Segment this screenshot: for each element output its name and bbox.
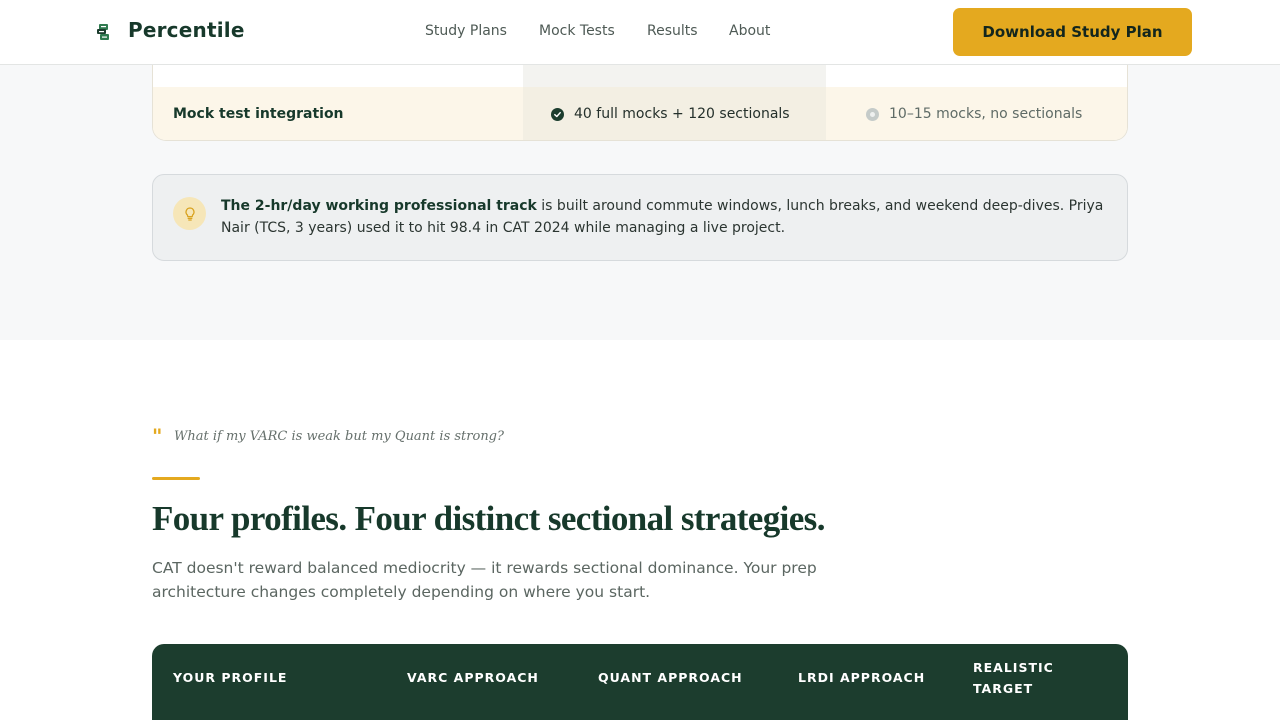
- column-header: YOUR PROFILE: [173, 670, 288, 685]
- column-header: REALISTIC TARGET: [973, 660, 1054, 696]
- cell-value: 10–15 mocks, no sectionals: [889, 106, 1083, 122]
- percentile-cell: 40 full mocks + 120 sectionals: [523, 87, 826, 140]
- brand-name[interactable]: Percentile: [128, 18, 245, 42]
- book-stack-icon: [96, 23, 112, 41]
- check-circle-icon: [551, 107, 564, 121]
- nav-results[interactable]: Results: [647, 23, 698, 39]
- nav-study-plans[interactable]: Study Plans: [425, 23, 507, 39]
- column-header: QUANT APPROACH: [598, 670, 743, 685]
- nav-about[interactable]: About: [729, 23, 770, 39]
- callout-text: The 2-hr/day working professional track …: [221, 195, 1111, 239]
- download-study-plan-button[interactable]: Download Study Plan: [953, 8, 1192, 56]
- nav-mock-tests[interactable]: Mock Tests: [539, 23, 615, 39]
- section-subtext: CAT doesn't reward balanced mediocrity —…: [152, 559, 817, 601]
- lightbulb-icon: [173, 197, 206, 230]
- cell-value: 40 full mocks + 120 sectionals: [574, 106, 790, 122]
- quote-mark-icon: ": [152, 424, 163, 448]
- site-header: Percentile Study Plans Mock Tests Result…: [0, 0, 1280, 65]
- callout-bold: The 2-hr/day working professional track: [221, 198, 537, 214]
- column-header: LRDI APPROACH: [798, 670, 926, 685]
- profile-question: What if my VARC is weak but my Quant is …: [174, 429, 504, 444]
- row-label: Mock test integration: [173, 106, 344, 122]
- working-professional-callout: The 2-hr/day working professional track …: [152, 174, 1128, 261]
- neutral-dot-icon: [866, 107, 879, 121]
- other-cell: 10–15 mocks, no sectionals: [826, 87, 1127, 140]
- accent-divider: [152, 477, 200, 480]
- table-row: Mock test integration 40 full mocks + 12…: [153, 87, 1127, 140]
- column-header: VARC APPROACH: [407, 670, 539, 685]
- section-heading: Four profiles. Four distinct sectional s…: [152, 499, 825, 538]
- profile-strategy-table: YOUR PROFILE VARC APPROACH QUANT APPROAC…: [152, 644, 1128, 720]
